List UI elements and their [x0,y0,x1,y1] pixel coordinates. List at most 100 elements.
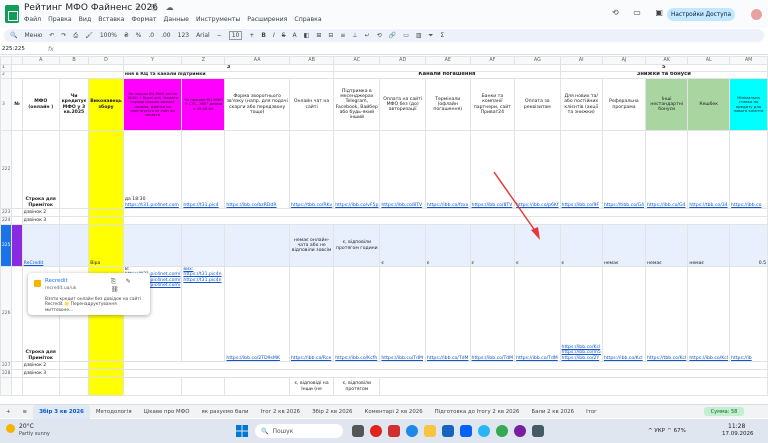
tray-language[interactable]: УКР [654,428,665,434]
windows-start-icon[interactable] [236,425,248,437]
system-tray[interactable]: ^ УКР ⌔ 67% [648,427,686,434]
redo-icon[interactable]: ↷ [61,32,66,39]
cell[interactable] [58,130,90,209]
cell[interactable]: https://ibb.co/TdM [379,266,426,362]
cell[interactable]: https://ibb.co/Kcfh [333,266,381,362]
function-icon[interactable]: Σ [440,32,444,39]
weather-desc[interactable]: Partly sunny [19,431,50,437]
header-cell[interactable]: Інші нестандартні бонуси [645,78,689,131]
header-cell[interactable]: Оплата на сайті МФО без (до) авторизації [379,78,426,131]
cell[interactable]: https://ibb.co [729,130,768,209]
row-header[interactable]: 226 [0,266,13,362]
cell[interactable]: https://tbb.co/RKv [288,130,335,209]
cell[interactable] [58,361,90,370]
corner-cell[interactable] [0,56,13,65]
increase-decimal-button[interactable]: .00 [161,32,171,39]
undo-icon[interactable]: ↶ [49,32,54,39]
cell[interactable] [181,224,226,267]
cell[interactable] [58,216,90,225]
col-header[interactable]: AE [424,56,471,65]
col-header[interactable]: Z [181,56,226,65]
app-icon[interactable] [388,425,400,437]
header-cell[interactable]: Для нових та/або постійних клієнтів (акц… [559,78,603,131]
cell[interactable]: немає [645,224,689,267]
col-header[interactable]: AK [645,56,689,65]
rotate-icon[interactable]: ⟲ [377,32,382,39]
cell[interactable]: немає [687,224,731,267]
add-sheet-button[interactable]: + [0,405,17,419]
menu-format[interactable]: Формат [131,16,156,23]
history-icon[interactable]: ⟲ ▭ ▣ [612,8,669,17]
sheet-tab[interactable]: Методологія [90,405,138,419]
filter-icon[interactable]: ⏷ [429,32,434,40]
cell[interactable]: немає [601,224,647,267]
font-size-input[interactable]: 10 [228,31,243,40]
chart-icon[interactable]: ▥ [416,32,422,39]
cell-link[interactable]: https://t31.pic4net.com [125,203,179,208]
col-header[interactable]: AB [288,56,335,65]
col-header[interactable]: A [21,56,60,65]
share-button[interactable]: Настройки Доступа [667,8,735,21]
zoom-select[interactable]: 100% [100,32,117,39]
opera-icon[interactable] [370,425,382,437]
row-header[interactable]: 228 [0,369,13,378]
row-header[interactable]: 222 [0,130,13,209]
section-header[interactable]: 5 [559,64,768,72]
cell[interactable]: https://tbb.co/34 [687,130,731,209]
cell[interactable] [122,377,183,396]
menu-extensions[interactable]: Расширения [247,16,287,23]
clock-date[interactable]: 17.09.2026 [722,431,754,437]
comment-icon[interactable]: ▭ [403,32,409,39]
italic-icon[interactable]: I [273,32,275,39]
percent-button[interactable]: % [136,32,142,39]
cell[interactable]: є, відповіли протягом [333,377,381,396]
cell[interactable]: є [559,224,603,267]
col-header[interactable]: Y [122,56,183,65]
header-cell[interactable]: № [11,78,23,131]
cell[interactable] [11,71,124,79]
avatar[interactable] [750,8,763,21]
col-header[interactable] [11,56,23,65]
cell[interactable] [88,216,124,225]
cell[interactable]: https://ibb.co/9F [559,130,603,209]
row-header[interactable] [0,377,13,396]
cell[interactable] [11,130,23,209]
currency-button[interactable]: ₴ [124,32,129,39]
weather-temp[interactable]: 20°C [19,423,34,430]
cell[interactable] [11,208,23,217]
col-header[interactable]: AA [224,56,290,65]
sheet-tab[interactable]: Ітог 2 кв 2026 [254,405,306,419]
header-cell[interactable]: Форма зворотнього зв'язку (напр. для под… [224,78,290,131]
cell[interactable] [11,266,23,362]
strikethrough-icon[interactable]: S [282,32,286,39]
col-header[interactable]: AJ [601,56,647,65]
cell[interactable] [88,369,124,378]
header-cell[interactable]: На першої КЦ МФО (після 18:00 + будні дн… [122,78,183,131]
cell[interactable] [88,361,124,370]
cell[interactable] [21,377,60,396]
cell[interactable] [11,369,23,378]
all-sheets-button[interactable]: ≡ [17,405,34,419]
row-header[interactable]: 2 [0,71,13,79]
cell[interactable] [11,361,23,370]
wrap-icon[interactable]: ↵ [365,32,370,39]
header-cell[interactable]: Кешбек [687,78,731,131]
spreadsheet-grid[interactable]: A B D Y Z AA AB AC AD AE AF AG AI AJ AK … [0,56,768,401]
cell[interactable] [333,64,561,72]
row-header[interactable]: 224 [0,216,13,225]
col-header[interactable]: AF [469,56,516,65]
col-header[interactable]: AD [379,56,426,65]
fill-color-icon[interactable]: ◧ [304,32,310,39]
header-cell[interactable]: Чи працює КЦ МФО + СТС, 365° днями з 09-… [181,78,226,131]
col-header[interactable]: AM [729,56,768,65]
row-header[interactable]: 1 [0,64,13,72]
cell[interactable]: дзвінок 3 [21,369,60,378]
copy-icon[interactable]: ⎘ ✎ ⛓ [111,278,150,293]
cell[interactable]: https://ibb.co/TdM [469,266,516,362]
cell[interactable] [11,224,23,267]
cell[interactable]: 0.5 [729,224,768,267]
menu-search[interactable]: Меню [24,32,42,39]
cell[interactable]: https://ibb.co/Kcl [687,266,731,362]
number-format-button[interactable]: 123 [178,32,189,39]
bold-icon[interactable]: B [261,32,266,39]
